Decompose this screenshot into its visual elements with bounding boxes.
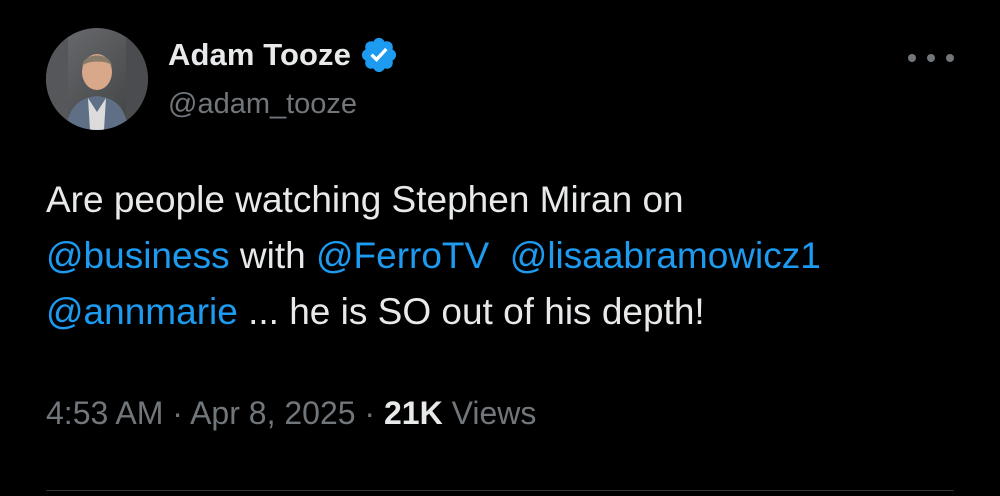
views-label: Views	[442, 395, 537, 431]
author-name-row: Adam Tooze	[168, 34, 399, 76]
more-dot	[927, 54, 935, 62]
avatar[interactable]	[46, 28, 148, 130]
tweet-time[interactable]: 4:53 AM	[46, 395, 163, 431]
author-display-name[interactable]: Adam Tooze	[168, 37, 351, 73]
meta-separator: ·	[355, 395, 384, 431]
mention-annmarie[interactable]: @annmarie	[46, 291, 238, 332]
meta-separator: ·	[163, 395, 191, 431]
views-count: 21K	[383, 395, 443, 431]
tweet-text-end: ... he is SO out of his depth!	[237, 291, 705, 332]
tweet-text-with: with	[229, 235, 316, 276]
tweet-meta: 4:53 AM · Apr 8, 2025 · 21K Views	[46, 395, 536, 432]
divider	[46, 490, 954, 491]
more-dot	[946, 54, 954, 62]
tweet-text-gap	[489, 235, 510, 276]
tweet-text-line1: Are people watching Stephen Miran on	[46, 179, 684, 220]
mention-ferrotv[interactable]: @FerroTV	[316, 235, 489, 276]
mention-lisaabramowicz1[interactable]: @lisaabramowicz1	[510, 235, 821, 276]
tweet: Adam Tooze @adam_tooze Are people watchi…	[0, 0, 1000, 496]
mention-business[interactable]: @business	[46, 235, 230, 276]
tweet-text: Are people watching Stephen Miran on @bu…	[46, 172, 966, 340]
verified-badge-icon	[359, 35, 399, 75]
more-dot	[908, 54, 916, 62]
tweet-date[interactable]: Apr 8, 2025	[190, 395, 355, 431]
more-horizontal-icon[interactable]	[908, 50, 954, 66]
author-handle[interactable]: @adam_tooze	[168, 88, 357, 121]
